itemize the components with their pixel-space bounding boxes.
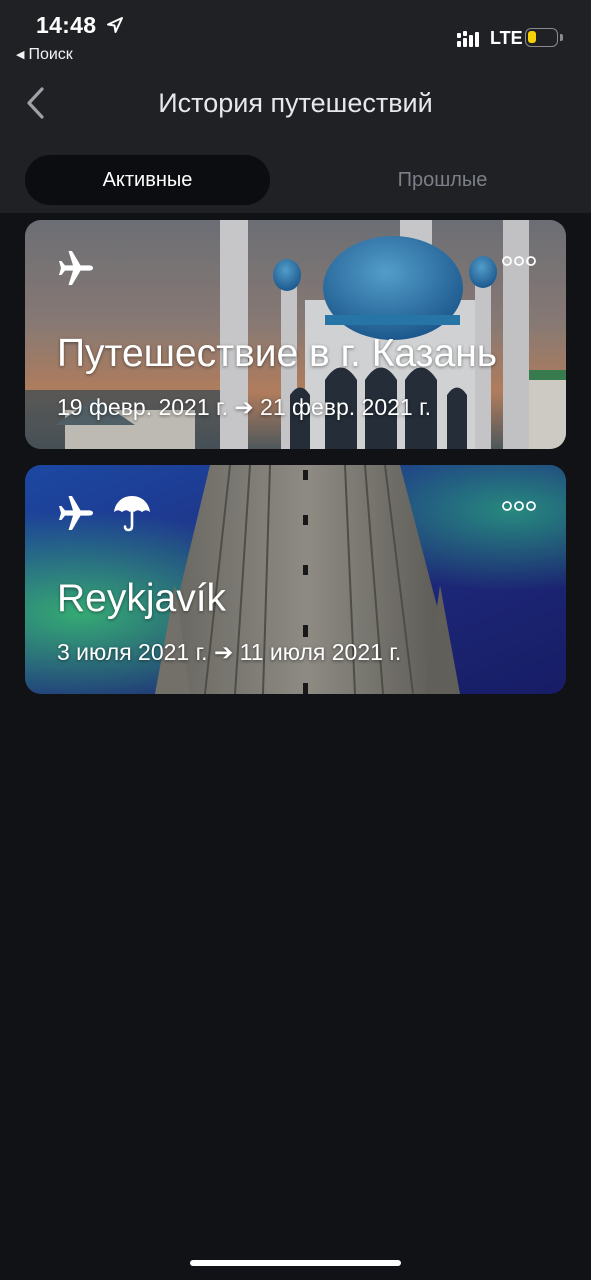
more-options-icon[interactable]: [502, 500, 536, 512]
more-options-icon[interactable]: [502, 255, 536, 267]
home-indicator[interactable]: [190, 1260, 401, 1266]
airplane-icon: [59, 251, 93, 285]
airplane-icon: [59, 496, 93, 530]
trip-card-reykjavik[interactable]: Reykjavík 3 июля 2021 г. ➔ 11 июля 2021 …: [25, 465, 566, 694]
location-arrow-icon: [107, 17, 123, 33]
trip-dates: 19 февр. 2021 г. ➔ 21 февр. 2021 г.: [57, 394, 432, 420]
battery-tip: [560, 34, 563, 41]
battery-icon: [525, 28, 558, 47]
cellular-signal-icon: [457, 31, 479, 47]
tab-past[interactable]: Прошлые: [320, 155, 565, 205]
tab-active[interactable]: Активные: [25, 155, 270, 205]
trip-title: Путешествие в г. Казань: [57, 332, 498, 375]
battery-level: [528, 31, 536, 43]
header-area: 14:48 ◀ Поиск LTE История путешествий Акт…: [0, 0, 591, 213]
trip-card-kazan[interactable]: Путешествие в г. Казань 19 февр. 2021 г.…: [25, 220, 566, 449]
page-title: История путешествий: [158, 88, 433, 118]
status-time: 14:48: [36, 12, 97, 38]
umbrella-icon: [114, 496, 150, 532]
network-type: LTE: [490, 28, 523, 48]
trip-title: Reykjavík: [57, 577, 227, 620]
back-triangle-icon: ◀: [16, 49, 25, 61]
back-to-app-link[interactable]: ◀ Поиск: [16, 46, 73, 64]
back-app-label: Поиск: [28, 46, 73, 63]
trip-dates: 3 июля 2021 г. ➔ 11 июля 2021 г.: [57, 639, 402, 665]
